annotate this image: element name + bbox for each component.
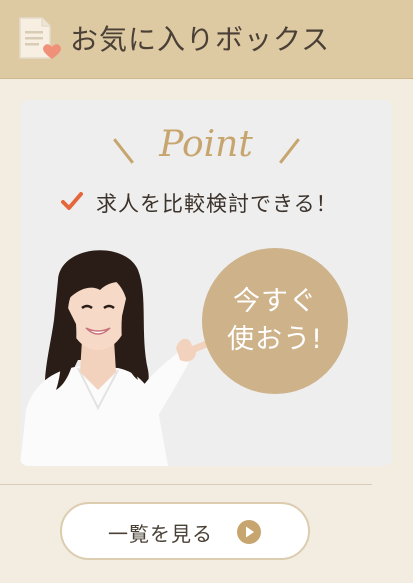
page-title: お気に入りボックス (70, 23, 331, 56)
view-list-label: 一覧を見る (108, 522, 213, 546)
section-divider (0, 484, 372, 485)
view-list-button[interactable]: 一覧を見る (60, 502, 310, 560)
feature-line: 求人を比較検討できる！ (20, 188, 392, 218)
document-heart-icon (19, 17, 61, 59)
promo-card: Point 求人を比較検討できる！ 今すぐ 使おう! (20, 100, 392, 466)
point-title: Point (159, 124, 253, 165)
cta-line-1: 今すぐ (233, 286, 317, 317)
header-bar: お気に入りボックス (0, 0, 413, 79)
cta-line-2: 使おう! (227, 324, 323, 355)
point-heading: Point (20, 124, 392, 172)
play-circle-icon (237, 520, 261, 544)
feature-text: 求人を比較検討できる！ (96, 192, 338, 216)
use-now-badge[interactable]: 今すぐ 使おう! (202, 248, 348, 394)
check-icon (61, 192, 83, 210)
